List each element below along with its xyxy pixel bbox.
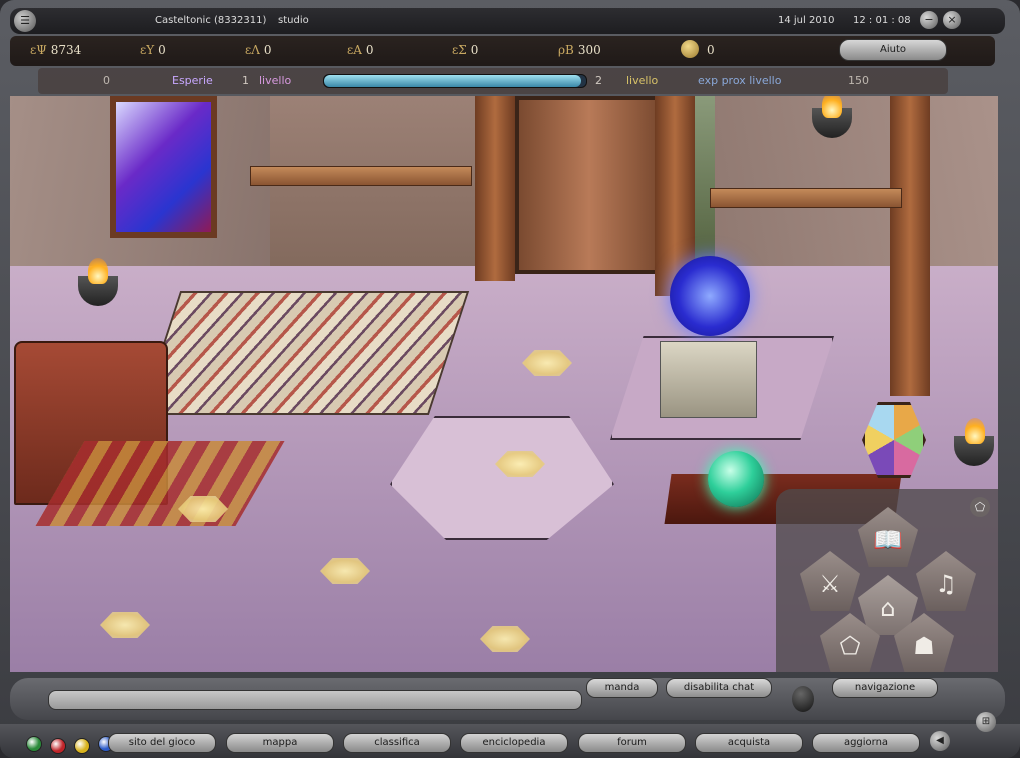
menu-icon[interactable]: ☰ bbox=[14, 10, 36, 32]
close-button[interactable]: × bbox=[943, 11, 961, 29]
book-shelf[interactable] bbox=[710, 188, 902, 208]
disable-chat-button[interactable]: disabilita chat bbox=[666, 678, 772, 698]
stat-beta-symbol: ρΒ bbox=[558, 43, 574, 57]
level-label: livello bbox=[259, 74, 292, 87]
stat-psi-value: 8734 bbox=[50, 43, 82, 57]
chat-input[interactable] bbox=[48, 690, 582, 710]
location-name: studio bbox=[278, 15, 309, 26]
wooden-beam bbox=[475, 96, 515, 281]
stat-sigma-value: 0 bbox=[470, 43, 479, 57]
send-button[interactable]: manda bbox=[586, 678, 658, 698]
lamp-flame bbox=[965, 418, 985, 444]
stat-alpha-symbol: εΑ bbox=[347, 43, 362, 57]
yellow-dot-icon[interactable] bbox=[74, 738, 90, 754]
stat-upsilon-symbol: εΥ bbox=[140, 43, 155, 57]
lamp-flame bbox=[88, 258, 108, 284]
nav-button-encyclopedia[interactable]: enciclopedia bbox=[460, 733, 568, 753]
minimize-button[interactable]: − bbox=[920, 11, 938, 29]
coin-count: 0 bbox=[703, 43, 715, 57]
bottom-bar: sito del gioco mappa classifica enciclop… bbox=[0, 712, 1020, 758]
title-bar: ☰ Casteltonic (8332311) studio 14 jul 20… bbox=[10, 8, 1005, 34]
pentagon-icon[interactable]: ⬠ bbox=[970, 497, 990, 517]
sword-icon[interactable]: ⚔ bbox=[800, 551, 860, 611]
stat-lambda: εΛ 0 bbox=[245, 43, 272, 57]
nav-button-ranking[interactable]: classifica bbox=[343, 733, 451, 753]
stat-psi-symbol: εΨ bbox=[30, 43, 47, 57]
next-level: 2 bbox=[595, 74, 602, 87]
time-display: 12 : 01 : 08 bbox=[853, 15, 911, 26]
nav-button-update[interactable]: aggiorna bbox=[812, 733, 920, 753]
stat-lambda-value: 0 bbox=[263, 43, 272, 57]
blue-crystal[interactable] bbox=[670, 256, 750, 336]
stat-upsilon-value: 0 bbox=[158, 43, 166, 57]
current-level: 1 bbox=[242, 74, 249, 87]
book-icon[interactable]: 📖 bbox=[858, 507, 918, 567]
experience-bar: 0 Esperie 1 livello 2 livello exp prox l… bbox=[38, 68, 948, 94]
bed[interactable] bbox=[139, 291, 470, 415]
next-exp-label: exp prox livello bbox=[698, 74, 782, 87]
stat-sigma: εΣ 0 bbox=[452, 43, 478, 57]
game-window: ☰ Casteltonic (8332311) studio 14 jul 20… bbox=[0, 0, 1020, 758]
stat-psi: εΨ 8734 bbox=[30, 43, 81, 57]
stat-alpha-value: 0 bbox=[365, 43, 374, 57]
grid-icon[interactable]: ⊞ bbox=[976, 712, 996, 732]
current-exp: 0 bbox=[103, 74, 110, 87]
player-name: Casteltonic (8332311) bbox=[155, 15, 267, 26]
help-button[interactable]: Aiuto bbox=[839, 39, 947, 61]
crystal-pedestal bbox=[660, 341, 757, 418]
navigation-button[interactable]: navigazione bbox=[832, 678, 938, 698]
stat-beta-value: 300 bbox=[577, 43, 601, 57]
wooden-beam bbox=[890, 96, 930, 396]
exp-label: Esperie bbox=[172, 74, 213, 87]
nav-button-map[interactable]: mappa bbox=[226, 733, 334, 753]
crystal-orb[interactable] bbox=[708, 451, 764, 507]
level-progress-fill bbox=[324, 75, 581, 87]
lamp-flame bbox=[822, 96, 842, 118]
green-dot-icon[interactable] bbox=[26, 736, 42, 752]
lyre-icon[interactable]: ♫ bbox=[916, 551, 976, 611]
stat-lambda-symbol: εΛ bbox=[245, 43, 260, 57]
navigation-panel: ⬠ 📖 ⚔ ⌂ ♫ ⬠ ☗ bbox=[776, 489, 998, 672]
nav-button-buy[interactable]: acquista bbox=[695, 733, 803, 753]
chat-bar: manda disabilita chat navigazione bbox=[10, 678, 1005, 720]
mouse-icon bbox=[792, 686, 814, 712]
game-viewport[interactable]: ⬠ 📖 ⚔ ⌂ ♫ ⬠ ☗ bbox=[10, 96, 998, 672]
stat-sigma-symbol: εΣ bbox=[452, 43, 467, 57]
stat-beta: ρΒ 300 bbox=[558, 43, 601, 57]
wooden-door[interactable] bbox=[515, 96, 663, 274]
stained-glass-window bbox=[110, 96, 217, 238]
nav-button-forum[interactable]: forum bbox=[578, 733, 686, 753]
next-exp-value: 150 bbox=[848, 74, 869, 87]
stats-bar: εΨ 8734 εΥ 0 εΛ 0 εΑ 0 εΣ 0 ρΒ 300 0 Aiuto bbox=[10, 36, 995, 66]
back-arrow-icon[interactable]: ◀ bbox=[930, 731, 950, 751]
level-progress-bar bbox=[323, 74, 587, 88]
coin-count-value: 0 bbox=[707, 43, 715, 57]
next-level-label: livello bbox=[626, 74, 659, 87]
stat-alpha: εΑ 0 bbox=[347, 43, 374, 57]
stat-upsilon: εΥ 0 bbox=[140, 43, 166, 57]
nav-button-game-site[interactable]: sito del gioco bbox=[108, 733, 216, 753]
coin-icon bbox=[681, 40, 699, 58]
date-display: 14 jul 2010 bbox=[778, 15, 835, 26]
wall-shelf bbox=[250, 166, 472, 186]
red-dot-icon[interactable] bbox=[50, 738, 66, 754]
